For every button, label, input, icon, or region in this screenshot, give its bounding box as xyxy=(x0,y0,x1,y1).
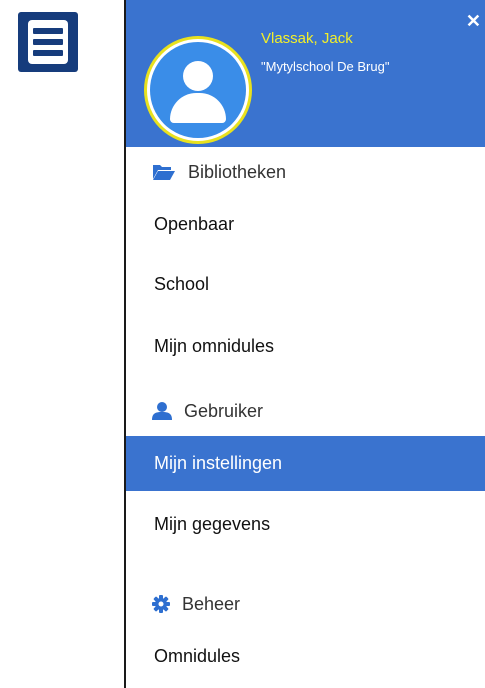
user-name: Vlassak, Jack xyxy=(261,30,353,47)
menu-item-openbaar[interactable]: Openbaar xyxy=(126,197,485,252)
close-icon[interactable]: ✕ xyxy=(466,12,481,30)
menu-item-mijn-gegevens[interactable]: Mijn gegevens xyxy=(126,497,485,552)
section-header-label: Beheer xyxy=(182,593,241,614)
side-drawer: Vlassak, Jack "Mytylschool De Brug" ✕ Bi… xyxy=(124,0,485,688)
menu-item-label: Mijn gegevens xyxy=(154,514,271,534)
menu-item-mijn-instellingen[interactable]: Mijn instellingen xyxy=(126,436,485,491)
menu-item-label: Mijn omnidules xyxy=(154,336,275,356)
menu-item-label: Omnidules xyxy=(154,646,241,666)
menu-item-label: Openbaar xyxy=(154,214,235,234)
drawer-header: Vlassak, Jack "Mytylschool De Brug" ✕ xyxy=(126,0,485,147)
menu-item-omnidules[interactable]: Omnidules xyxy=(126,629,485,684)
gear-icon xyxy=(152,595,170,613)
user-avatar-icon xyxy=(144,36,252,144)
section-header-label: Bibliotheken xyxy=(188,161,287,182)
hamburger-menu-icon xyxy=(28,20,68,64)
menu-item-label: School xyxy=(154,274,210,294)
menu-item-mijn-omnidules[interactable]: Mijn omnidules xyxy=(126,319,485,374)
menu-item-label: Mijn instellingen xyxy=(154,453,283,473)
folder-open-icon xyxy=(153,165,175,180)
menu-item-school[interactable]: School xyxy=(126,257,485,312)
section-header-bibliotheken: Bibliotheken xyxy=(126,148,485,196)
section-header-label: Gebruiker xyxy=(184,400,264,421)
hamburger-menu-button[interactable] xyxy=(18,12,78,72)
user-icon xyxy=(152,402,172,420)
section-header-gebruiker: Gebruiker xyxy=(126,387,485,435)
section-header-beheer: Beheer xyxy=(126,580,485,628)
user-school: "Mytylschool De Brug" xyxy=(261,59,390,74)
